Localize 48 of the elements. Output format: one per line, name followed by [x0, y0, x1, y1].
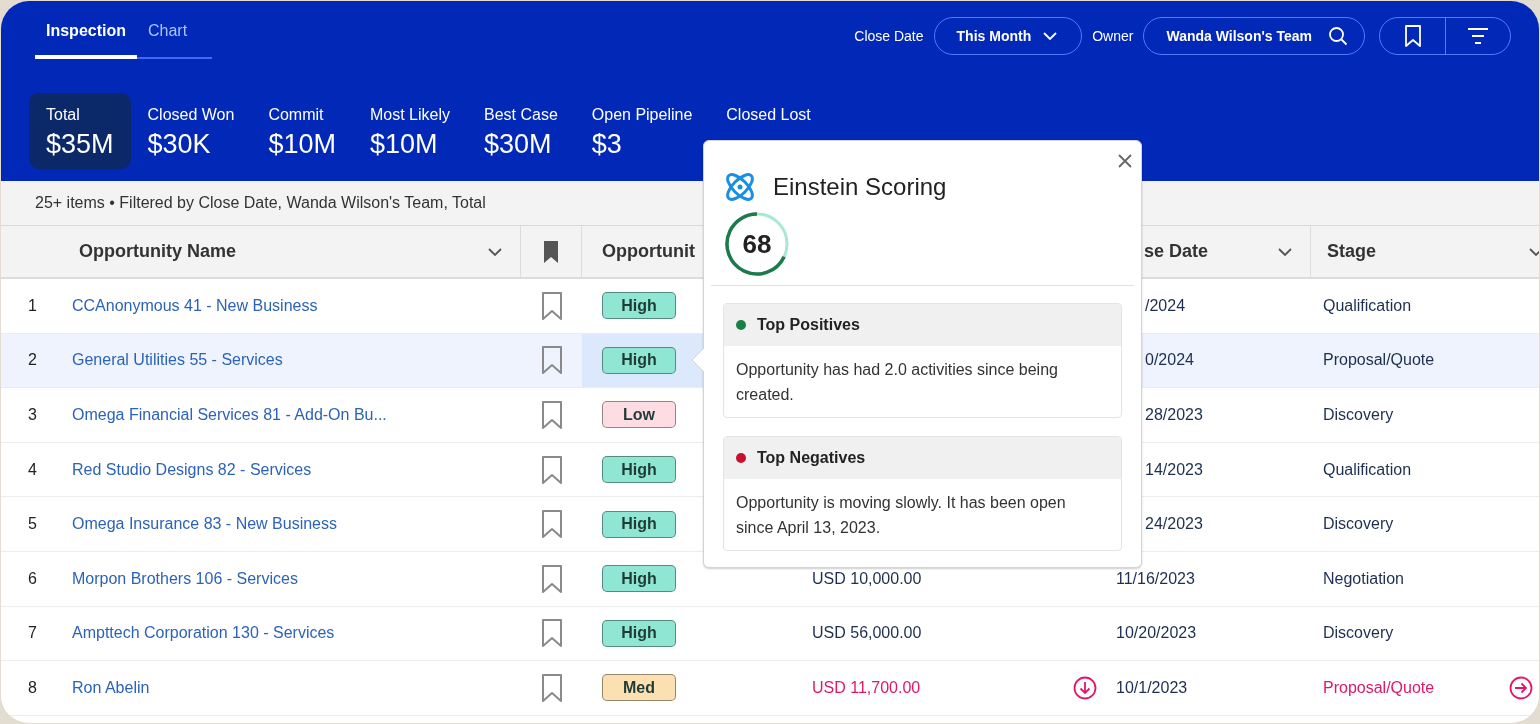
filter-label: Close Date — [854, 26, 924, 46]
metric-label: Most Likely — [369, 105, 450, 125]
metric-value: $10M — [369, 128, 439, 161]
metric-value: $35M — [46, 128, 114, 161]
row-number: 1 — [28, 296, 37, 314]
filter-label: Owner — [1092, 26, 1134, 46]
stage-cell-text: Discovery — [1323, 405, 1394, 425]
stage-cell-text: Negotiation — [1323, 568, 1404, 589]
row-number: 4 — [28, 460, 37, 478]
stage-cell-text: Proposal/Quote — [1323, 350, 1435, 371]
stage-cell-text: Proposal/Quote — [1323, 677, 1435, 698]
section-title: Top Positives — [757, 315, 860, 335]
metric-label: Total — [46, 105, 81, 125]
date-cell: 0/2024 — [1145, 351, 1194, 369]
date-cell: 28/2023 — [1145, 406, 1203, 423]
reason-text: Opportunity has had 2.0 activities since being created. — [735, 360, 1059, 405]
stage-cell-text: Qualification — [1323, 295, 1412, 316]
filter-summary: 25+ items • Filtered by Close Date, Wanda Wilson's Team, Total — [35, 193, 486, 213]
amount-cell-text: USD 11,700.00 — [812, 677, 921, 698]
metric-label: Best Case — [484, 105, 558, 125]
metric-value: $3 — [591, 128, 623, 161]
section-title: Top Negatives — [757, 448, 866, 468]
amount-cell-text: USD 56,000.00 — [812, 623, 922, 644]
metric-label: Commit — [268, 105, 325, 125]
popover-title: Einstein Scoring — [773, 172, 947, 202]
date-cell: 14/2023 — [1145, 460, 1203, 478]
stage-cell-text: Discovery — [1323, 623, 1394, 644]
date-cell: 11/16/2023 — [1116, 569, 1195, 587]
metric-label: Closed Won — [147, 105, 235, 125]
date-cell: 10/20/2023 — [1116, 624, 1197, 642]
metric-value: $10M — [268, 128, 336, 161]
date-cell: 24/2023 — [1145, 515, 1203, 533]
score-value: 68 — [741, 227, 773, 261]
metric-label: Closed Lost — [726, 105, 811, 125]
date-cell: /2024 — [1145, 296, 1186, 314]
stage-cell-text: Discovery — [1323, 514, 1394, 535]
row-number: 3 — [28, 406, 37, 423]
row-number: 7 — [28, 624, 37, 642]
row-number: 6 — [28, 569, 37, 587]
amount-cell-text: USD 10,000.00 — [812, 568, 922, 589]
metric-value: $30M — [484, 128, 553, 161]
metric-label: Open Pipeline — [591, 105, 693, 125]
metric-value: $30K — [147, 128, 212, 161]
stage-cell-text: Qualification — [1323, 459, 1412, 480]
date-cell: 10/1/2023 — [1116, 678, 1188, 696]
row-number: 2 — [28, 351, 37, 369]
row-number: 5 — [28, 515, 37, 533]
row-number: 8 — [28, 678, 37, 696]
